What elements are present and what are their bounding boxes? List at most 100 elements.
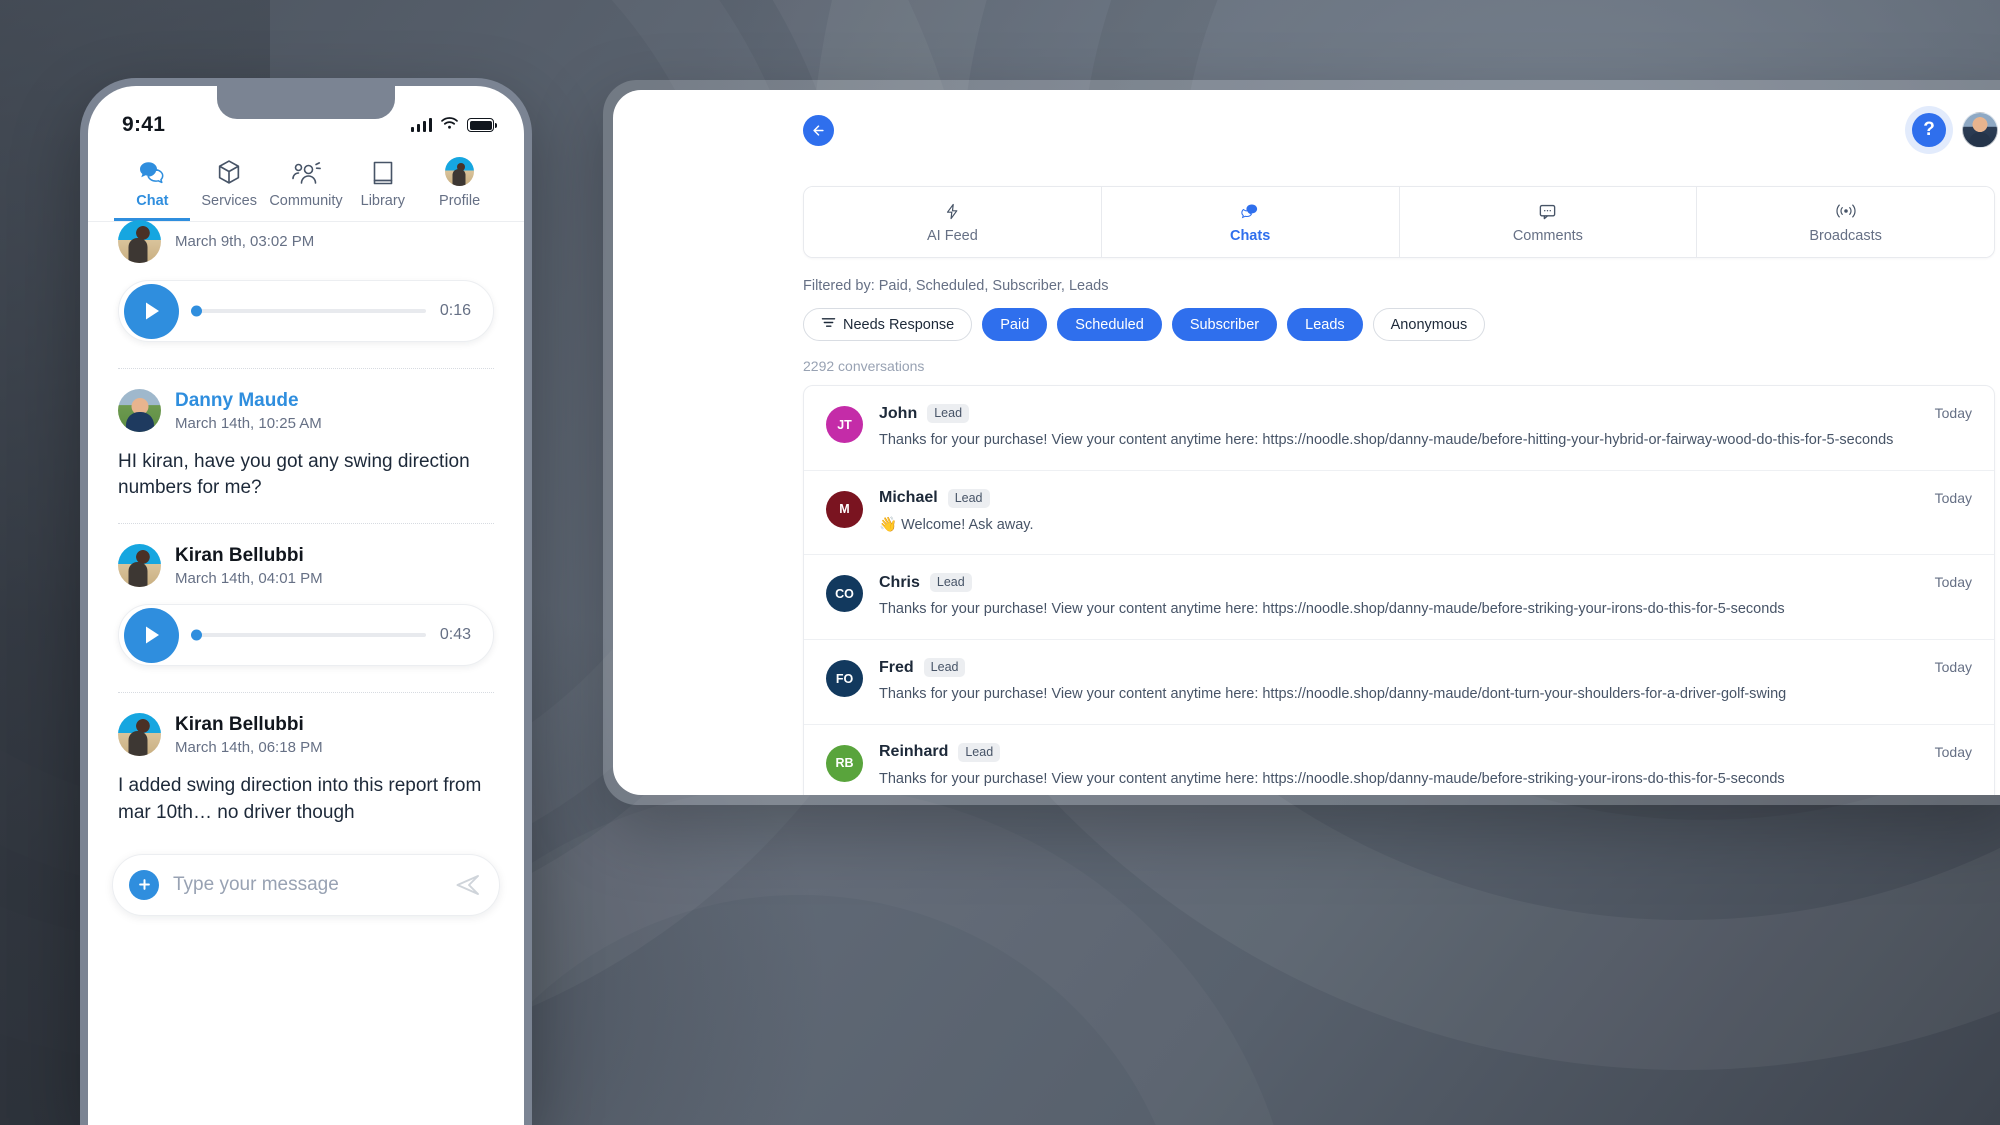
search-input[interactable]: [173, 873, 441, 896]
table-row[interactable]: FO Fred Lead Thanks for your purchase! V…: [804, 640, 1994, 725]
back-button[interactable]: [803, 115, 834, 146]
sender-name: Kiran Bellubbi: [175, 544, 304, 566]
phone-screen: 9:41 Chat Services Community Library Pro…: [88, 86, 524, 1125]
status-badge: Lead: [947, 488, 990, 508]
status-badge: Lead: [927, 404, 970, 423]
avatar: JT: [826, 406, 863, 443]
message-header: Kiran Bellubbi March 14th, 06:18 PM: [118, 693, 494, 757]
signal-bars-icon: [410, 118, 432, 132]
header-actions: ?: [1912, 112, 1998, 148]
status-badge: Lead: [958, 742, 1001, 762]
sender-name: Danny Maude: [175, 389, 299, 411]
message-preview: Thanks for your purchase! View your cont…: [879, 686, 1787, 703]
desktop-body: AI Feed Chats Comments Broadcasts Filter…: [613, 186, 2000, 795]
audio-duration: 0:43: [439, 626, 471, 644]
avatar: RB: [826, 744, 863, 782]
table-row[interactable]: M Michael Lead 👋 Welcome! Ask away. Toda…: [804, 471, 1994, 556]
filter-pill-scheduled[interactable]: Scheduled: [1057, 308, 1162, 341]
filter-pill-leads[interactable]: Leads: [1287, 308, 1363, 341]
conversation-count: 2292 conversations: [803, 358, 925, 374]
audio-duration: 0:16: [439, 302, 471, 319]
avatar: CO: [826, 575, 863, 613]
contact-name: Michael: [879, 489, 938, 507]
contact-name: Chris: [879, 573, 920, 591]
help-button[interactable]: ?: [1912, 113, 1946, 147]
timestamp: Today: [1934, 659, 1972, 676]
timestamp: March 9th, 03:02 PM: [175, 233, 315, 250]
status-clock: 9:41: [122, 113, 166, 136]
contact-name: Fred: [879, 658, 914, 676]
desktop-window: ? AI Feed Chats Comments Broadcasts Filt…: [613, 90, 2000, 795]
filter-pill-anonymous[interactable]: Anonymous: [1372, 308, 1486, 341]
play-button[interactable]: [124, 607, 179, 663]
contact-name: Reinhard: [879, 743, 949, 761]
filter-pill-label: Anonymous: [1390, 316, 1468, 333]
slider-knob[interactable]: [191, 629, 202, 641]
plus-icon[interactable]: [129, 869, 159, 900]
play-icon: [145, 302, 159, 320]
table-row[interactable]: RB Reinhard Lead Thanks for your purchas…: [804, 725, 1994, 795]
filter-pill-label: Scheduled: [1075, 316, 1144, 333]
status-badge: Lead: [923, 658, 966, 678]
box-icon: [216, 156, 242, 186]
chat-message: Danny Maude March 14th, 10:25 AM HI kira…: [88, 369, 524, 523]
arrow-left-icon: [813, 125, 824, 136]
sender-name: Kiran Bellubbi: [175, 713, 304, 735]
message-text: HI kiran, have you got any swing directi…: [118, 451, 470, 499]
lightning-bolt-icon: [944, 201, 961, 221]
tab-label: AI Feed: [926, 228, 978, 244]
question-mark-icon: ?: [1923, 119, 1935, 140]
tab-broadcasts[interactable]: Broadcasts: [1697, 187, 1994, 257]
wifi-icon: [440, 116, 459, 135]
conversation-list: JT John Lead Thanks for your purchase! V…: [803, 385, 1995, 795]
message-text: I added swing direction into this report…: [118, 775, 482, 823]
filter-pill-subscriber[interactable]: Subscriber: [1171, 308, 1278, 341]
timestamp: March 14th, 04:01 PM: [175, 569, 323, 587]
user-avatar[interactable]: [1962, 112, 1998, 148]
filtered-by-text: Filtered by: Paid, Scheduled, Subscriber…: [803, 278, 1109, 294]
broadcast-icon: [1834, 201, 1858, 221]
comment-icon: [1538, 201, 1557, 221]
tab-ai-feed[interactable]: AI Feed: [804, 187, 1102, 257]
avatar: FO: [826, 660, 863, 698]
filter-pill-label: Leads: [1305, 316, 1345, 333]
timestamp: Today: [1934, 743, 1972, 760]
filter-pill-label: Needs Response: [843, 316, 955, 333]
tab-label: Broadcasts: [1809, 228, 1882, 244]
timestamp: Today: [1934, 489, 1972, 506]
message-preview: Thanks for your purchase! View your cont…: [879, 601, 1785, 618]
avatar: [118, 544, 161, 588]
timestamp: March 14th, 10:25 AM: [175, 414, 322, 432]
chat-message: Kiran Bellubbi March 14th, 06:18 PM I ad…: [88, 693, 524, 847]
audio-player[interactable]: 0:43: [118, 604, 494, 667]
phone-notch: [217, 86, 395, 119]
tab-chats[interactable]: Chats: [1101, 187, 1400, 257]
status-badge: Lead: [929, 573, 972, 593]
slider-knob[interactable]: [191, 305, 202, 317]
avatar: [118, 220, 161, 263]
audio-progress-slider[interactable]: [191, 305, 426, 317]
message-preview: Thanks for your purchase! View your cont…: [879, 770, 1785, 787]
profile-avatar-icon: [445, 156, 475, 186]
play-icon: [145, 626, 159, 644]
status-icons: [410, 116, 497, 135]
audio-progress-slider[interactable]: [191, 629, 426, 641]
play-button[interactable]: [124, 283, 179, 339]
filter-pill-paid[interactable]: Paid: [982, 308, 1048, 341]
timestamp: March 14th, 06:18 PM: [175, 738, 323, 756]
filter-pill-needs-response[interactable]: Needs Response: [803, 308, 973, 341]
timestamp: Today: [1934, 405, 1972, 421]
message-preview: 👋 Welcome! Ask away.: [879, 516, 1034, 533]
people-group-icon: [291, 156, 321, 186]
filter-pill-label: Subscriber: [1189, 316, 1260, 333]
filter-pill-label: Paid: [1000, 316, 1030, 333]
audio-player[interactable]: 0:16: [118, 280, 494, 342]
tab-bar: AI Feed Chats Comments Broadcasts: [803, 186, 1995, 258]
send-icon[interactable]: [455, 873, 481, 897]
tab-comments[interactable]: Comments: [1399, 187, 1698, 257]
table-row[interactable]: CO Chris Lead Thanks for your purchase! …: [804, 555, 1994, 641]
desktop-header: ?: [613, 90, 2000, 186]
table-row[interactable]: JT John Lead Thanks for your purchase! V…: [804, 386, 1994, 471]
filter-icon: [821, 316, 836, 333]
message-header: Danny Maude March 14th, 10:25 AM: [118, 369, 494, 432]
